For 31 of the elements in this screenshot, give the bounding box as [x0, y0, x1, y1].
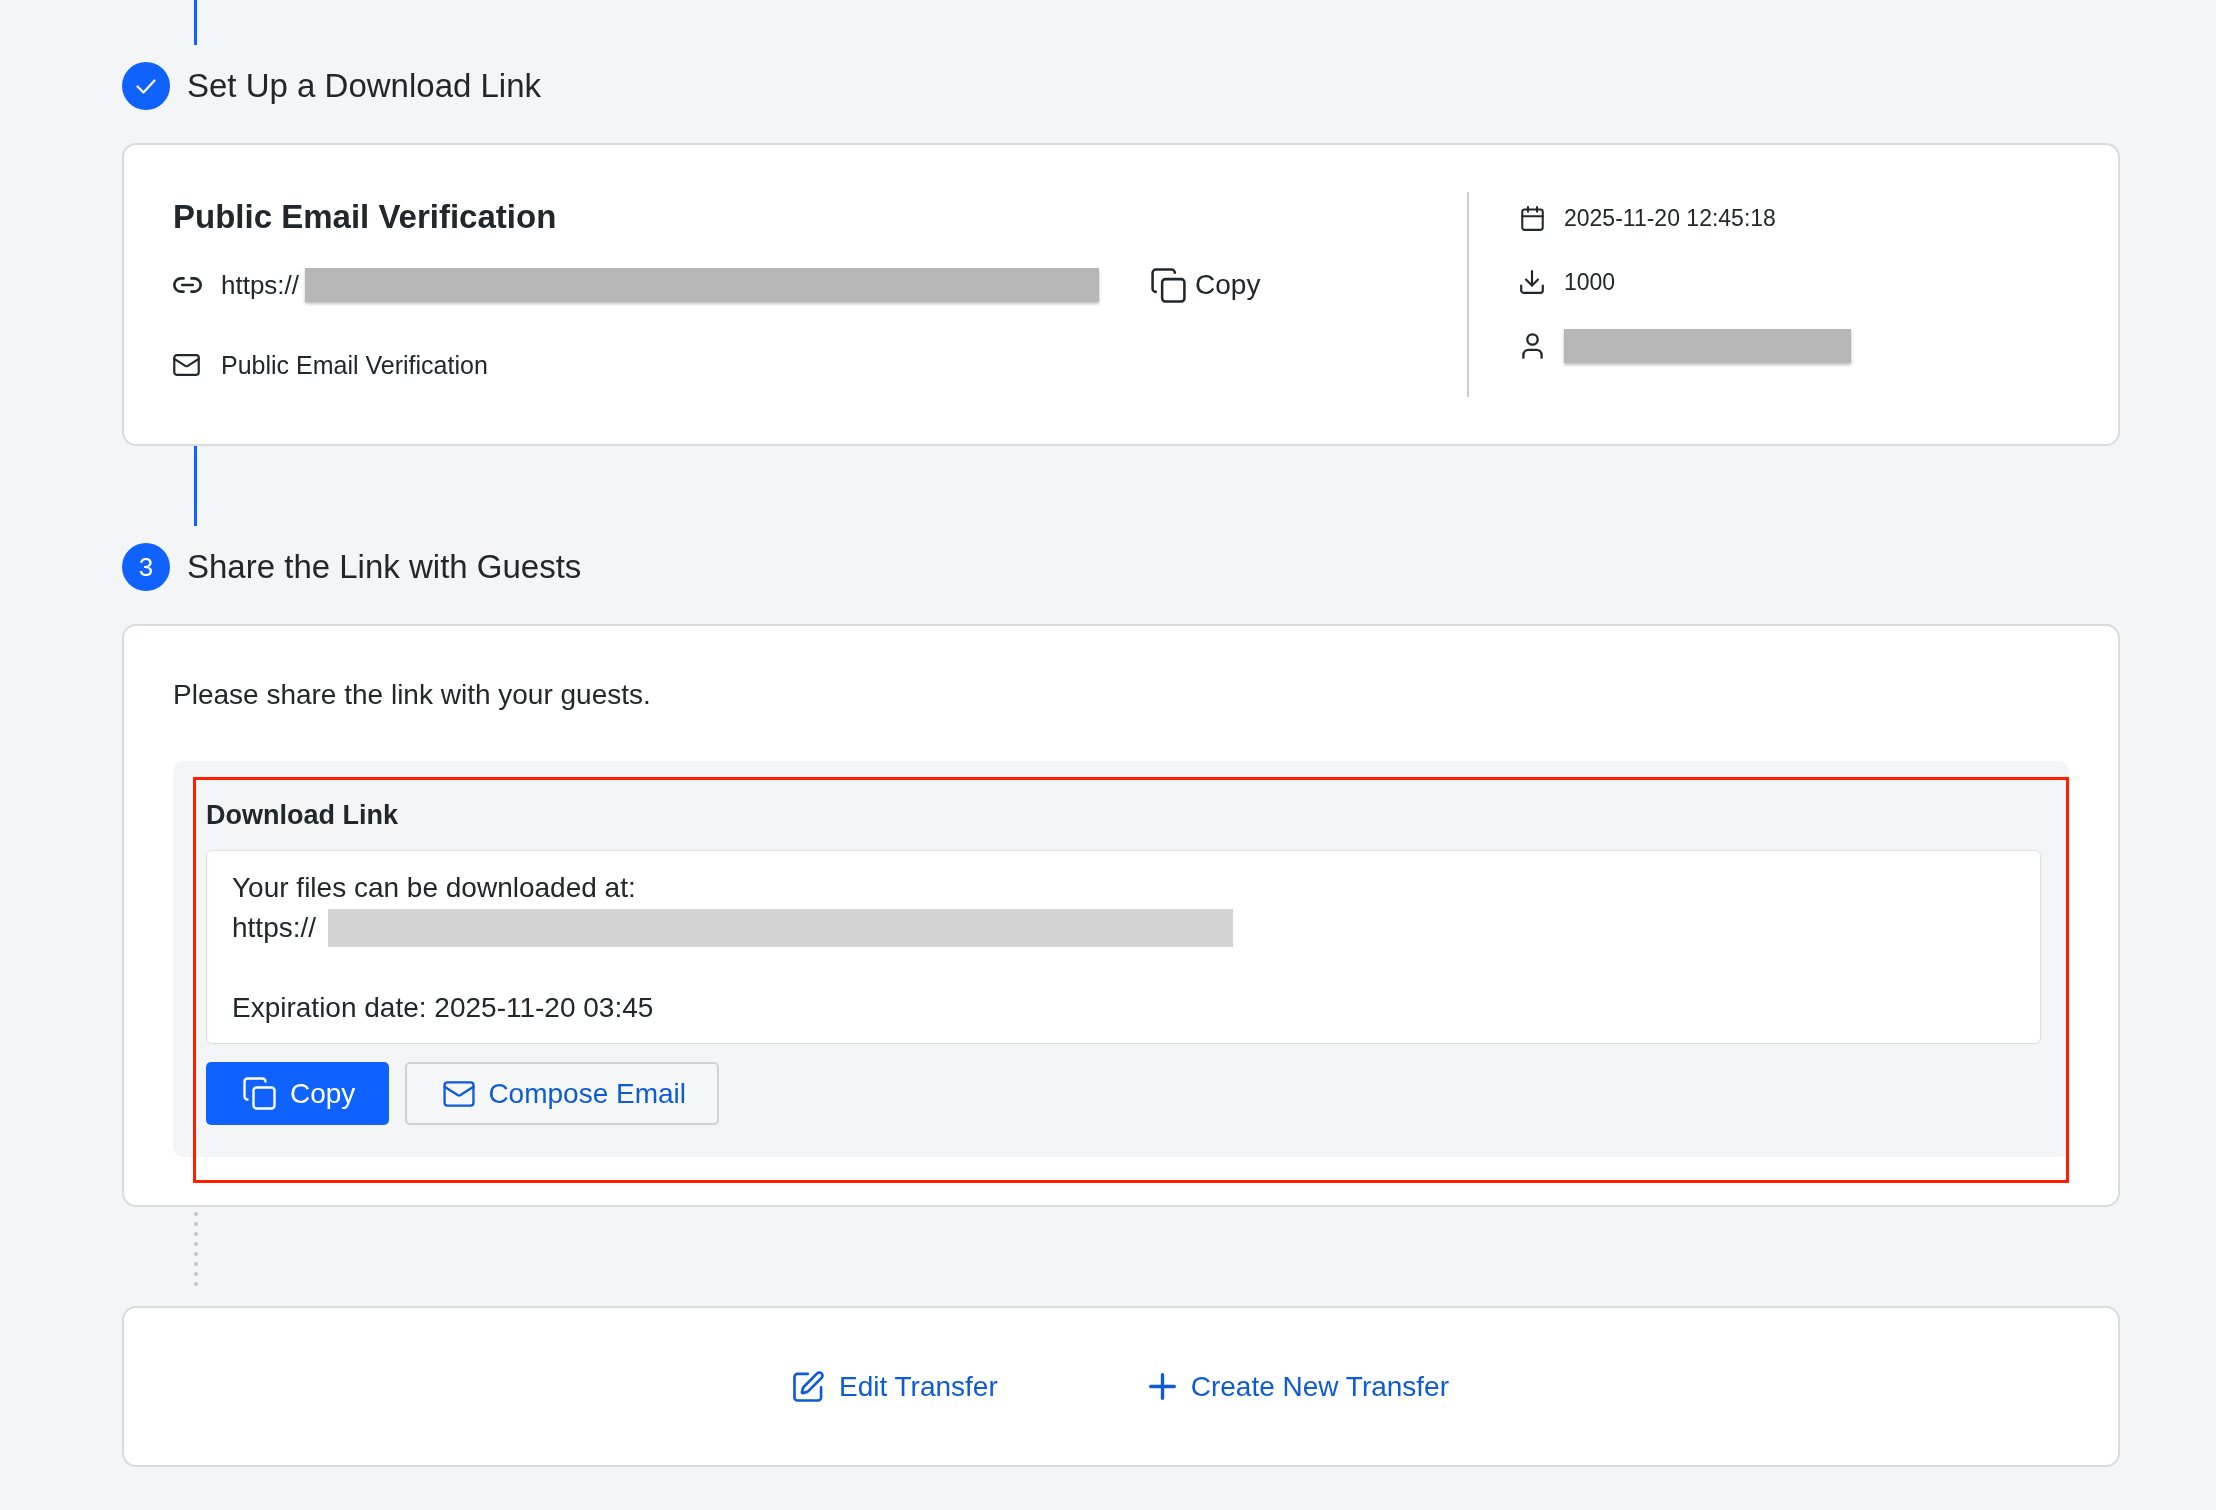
step-title: Share the Link with Guests [187, 547, 582, 587]
copy-icon [1151, 267, 1187, 303]
check-circle-icon [122, 62, 170, 110]
message-text: Your files can be downloaded at: [232, 871, 636, 905]
step-number: 3 [122, 543, 170, 591]
step-title: Set Up a Download Link [187, 66, 542, 106]
step-connector-line [194, 0, 197, 45]
calendar-icon [1520, 205, 1544, 231]
mail-icon [443, 1080, 476, 1107]
url-text: https:// [232, 911, 317, 945]
link-icon [173, 277, 202, 293]
url-text: https:// [221, 269, 300, 301]
create-transfer-link[interactable]: Create New Transfer [1148, 1368, 1450, 1405]
compose-email-button[interactable]: Compose Email [405, 1062, 719, 1125]
copy-button[interactable]: Copy [1151, 267, 1261, 303]
mail-icon [173, 354, 200, 376]
download-icon [1520, 270, 1544, 294]
detail-text: 2025-11-20 12:45:18 [1564, 204, 1776, 233]
email-text: Public Email Verification [221, 350, 488, 380]
edit-icon [792, 1371, 824, 1402]
expiration-text: Expiration date: 2025-11-20 03:45 [232, 991, 654, 1025]
copy-button[interactable]: Copy [206, 1062, 390, 1125]
message-field[interactable]: Your files can be downloaded at: https:// Expiration date: 2025-11-20 03:45 [206, 850, 2041, 1044]
edit-transfer-link[interactable]: Edit Transfer [792, 1368, 998, 1405]
copy-icon [243, 1077, 276, 1110]
intro-text: Please share the link with your guests. [173, 679, 651, 711]
card-title: Public Email Verification [173, 198, 557, 236]
user-icon [1521, 333, 1543, 359]
panel-title: Download Link [206, 799, 398, 831]
plus-icon [1148, 1373, 1176, 1400]
detail-text: 1000 [1564, 268, 1616, 297]
